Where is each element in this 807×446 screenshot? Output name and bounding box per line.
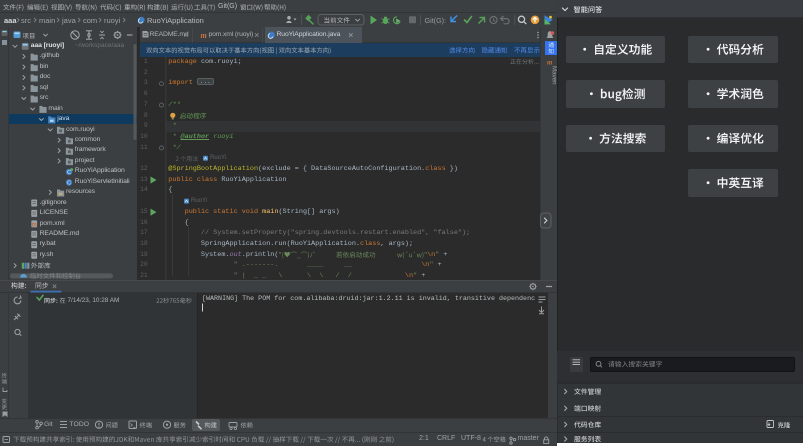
svg-text:Maven: Maven	[551, 66, 558, 85]
svg-text:C: C	[67, 170, 71, 176]
svg-text:C: C	[67, 181, 71, 187]
svg-text:m: m	[201, 31, 207, 40]
svg-text:m: m	[32, 222, 37, 228]
